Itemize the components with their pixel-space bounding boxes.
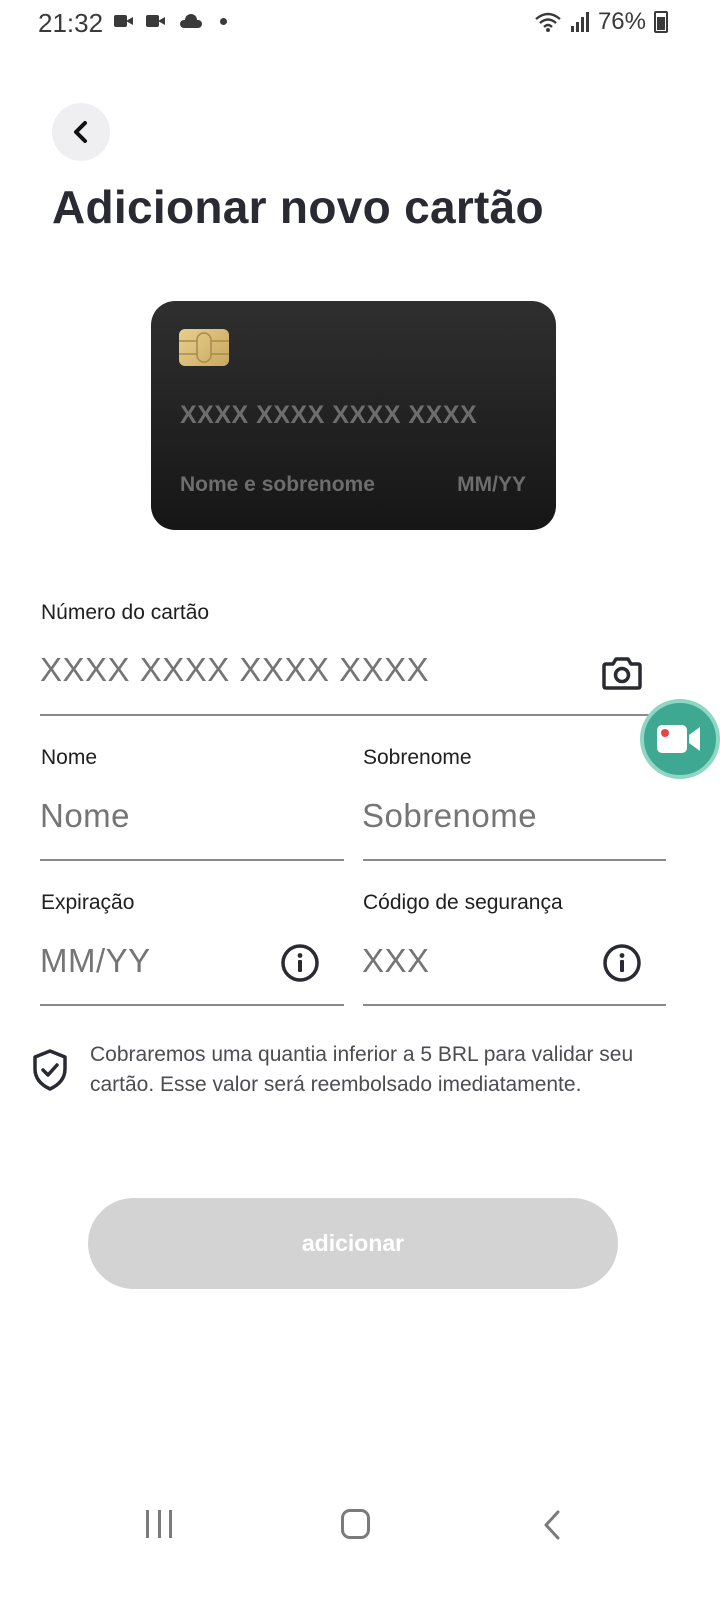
add-card-button[interactable]: adicionar [88, 1198, 618, 1289]
last-name-underline [363, 859, 666, 861]
last-name-label: Sobrenome [363, 746, 472, 769]
page-title: Adicionar novo cartão [52, 181, 544, 233]
dot-icon [220, 17, 227, 25]
battery-icon [654, 11, 668, 33]
expiry-info-button[interactable] [279, 942, 321, 984]
expiry-label: Expiração [41, 891, 135, 914]
security-code-input[interactable] [362, 939, 582, 983]
last-name-input[interactable] [362, 794, 652, 838]
card-holder-preview: Nome e sobrenome [180, 473, 375, 496]
expiry-underline [40, 1004, 344, 1006]
security-code-underline [363, 1004, 666, 1006]
card-number-preview: XXXX XXXX XXXX XXXX [180, 401, 478, 429]
chevron-left-icon [544, 1510, 560, 1540]
video-icon [114, 15, 134, 27]
camera-icon [602, 657, 642, 690]
expiry-input[interactable] [40, 939, 260, 983]
home-button[interactable] [341, 1509, 370, 1539]
card-number-underline [40, 714, 666, 716]
status-system-icons: 76% [534, 8, 670, 36]
card-number-input[interactable] [40, 648, 580, 692]
security-code-label: Código de segurança [363, 891, 563, 914]
security-code-info-button[interactable] [601, 942, 643, 984]
system-back-button[interactable] [540, 1510, 566, 1540]
scan-card-button[interactable] [598, 652, 646, 694]
card-preview: XXXX XXXX XXXX XXXX Nome e sobrenome MM/… [151, 301, 556, 530]
recent-apps-button[interactable] [146, 1510, 172, 1540]
video-icon [146, 15, 166, 27]
first-name-label: Nome [41, 746, 98, 769]
wifi-icon [535, 12, 561, 32]
status-bar: 21:32 76% [0, 0, 720, 44]
status-notification-icons [114, 14, 227, 28]
card-number-label: Número do cartão [41, 601, 210, 624]
back-button[interactable] [52, 103, 110, 161]
shield-check-icon [33, 1049, 67, 1091]
system-navigation-bar [0, 1488, 720, 1568]
cloud-icon [178, 14, 202, 28]
card-chip-icon [179, 329, 229, 366]
screen-record-button[interactable] [640, 699, 720, 779]
validation-notice: Cobraremos uma quantia inferior a 5 BRL … [90, 1043, 634, 1096]
signal-icon [570, 12, 589, 32]
battery-percent: 76% [597, 8, 646, 35]
info-icon [603, 944, 641, 982]
chevron-left-icon [74, 121, 87, 143]
card-expiry-preview: MM/YY [457, 473, 526, 496]
info-icon [281, 944, 319, 982]
first-name-input[interactable] [40, 794, 330, 838]
status-time: 21:32 [38, 8, 104, 38]
video-camera-icon [657, 725, 700, 753]
first-name-underline [40, 859, 344, 861]
